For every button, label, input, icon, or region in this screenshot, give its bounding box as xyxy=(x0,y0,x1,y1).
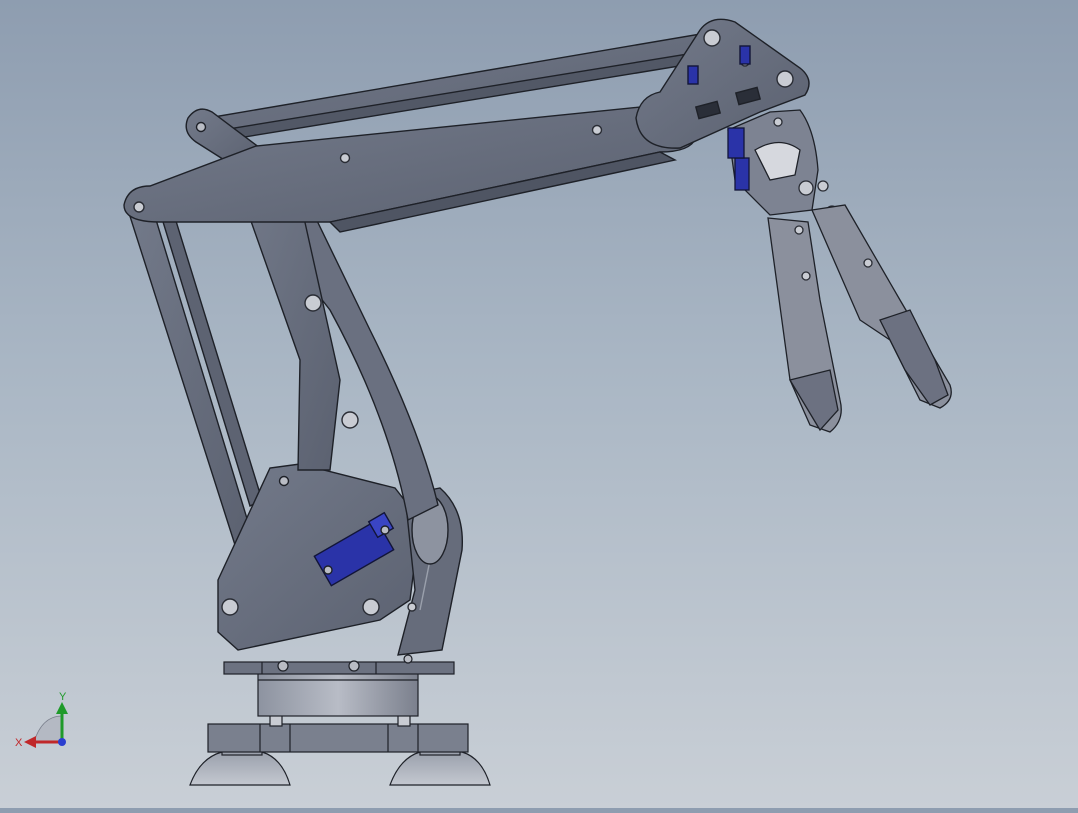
x-axis-label: X xyxy=(15,737,23,749)
base-top-plate xyxy=(223,661,455,675)
coordinate-triad: Y X xyxy=(15,691,68,749)
robot-arm-model-view[interactable]: Y X xyxy=(0,0,1078,808)
base-lower-plate xyxy=(207,723,469,753)
suction-cup-left xyxy=(189,751,291,786)
3d-graphics-area[interactable]: Y X xyxy=(0,0,1078,808)
gripper-assembly[interactable] xyxy=(727,109,952,433)
base-assembly[interactable] xyxy=(189,654,491,786)
y-axis-arrowhead xyxy=(56,702,68,714)
gripper-servo xyxy=(734,157,750,191)
suction-cup-right xyxy=(389,751,491,786)
base-turntable xyxy=(257,671,419,717)
y-axis-label: Y xyxy=(59,691,67,703)
z-axis-dot xyxy=(58,738,66,746)
x-axis-arrowhead xyxy=(24,736,36,748)
